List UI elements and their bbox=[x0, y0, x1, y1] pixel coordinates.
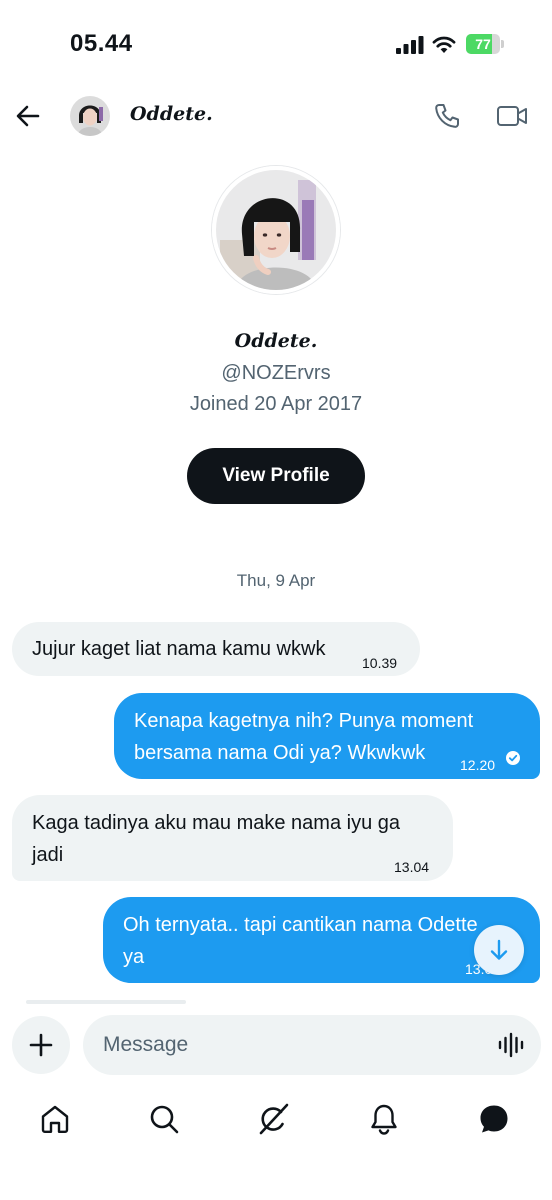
back-arrow-icon[interactable] bbox=[14, 102, 42, 130]
message-text-line: Kenapa kagetnya nih? Punya moment bbox=[134, 710, 474, 732]
message-text-line: Oh ternyata.. tapi cantikan nama Odette bbox=[123, 914, 478, 936]
message-bubble-incoming[interactable]: Jujur kaget liat nama kamu wkwk 10.39 bbox=[12, 622, 420, 676]
message-text-line: ya bbox=[123, 946, 145, 968]
cellular-signal-icon bbox=[396, 36, 424, 54]
profile-avatar[interactable] bbox=[212, 166, 340, 294]
message-text-line: Kaga tadinya aku mau make nama iyu ga bbox=[32, 812, 400, 834]
phone-icon[interactable] bbox=[432, 101, 462, 131]
message-bubble-incoming[interactable]: Kaga tadinya aku mau make nama iyu ga ja… bbox=[12, 795, 453, 881]
battery-percent: 77 bbox=[475, 36, 491, 52]
message-bubble-outgoing[interactable]: Kenapa kagetnya nih? Punya moment bersam… bbox=[114, 693, 540, 779]
message-timestamp: 13.04 bbox=[394, 859, 430, 875]
header-avatar[interactable] bbox=[70, 96, 110, 136]
conversation-header: Oddete. bbox=[0, 90, 552, 142]
status-time: 05.44 bbox=[70, 30, 133, 57]
video-camera-icon[interactable] bbox=[496, 102, 528, 130]
message-field[interactable] bbox=[83, 1015, 541, 1075]
battery-cap bbox=[501, 40, 504, 48]
message-timestamp: 10.39 bbox=[362, 655, 398, 671]
view-profile-button[interactable]: View Profile bbox=[187, 448, 365, 504]
plus-icon bbox=[29, 1033, 53, 1057]
arrow-down-icon bbox=[490, 939, 508, 960]
read-receipt-icon bbox=[506, 751, 520, 765]
home-icon[interactable] bbox=[38, 1102, 72, 1136]
scroll-to-bottom-button[interactable] bbox=[474, 925, 524, 975]
bottom-navigation bbox=[0, 1090, 552, 1150]
avatar-image bbox=[70, 96, 110, 136]
notifications-icon[interactable] bbox=[367, 1102, 401, 1136]
grok-icon[interactable] bbox=[257, 1102, 291, 1136]
search-icon[interactable] bbox=[147, 1102, 181, 1136]
message-composer bbox=[0, 1008, 552, 1088]
wifi-icon bbox=[432, 36, 456, 53]
add-attachment-button[interactable] bbox=[12, 1016, 70, 1074]
message-timestamp: 12.20 bbox=[460, 757, 496, 773]
message-text: Jujur kaget liat nama kamu wkwk bbox=[32, 638, 326, 660]
messages-icon[interactable] bbox=[477, 1102, 511, 1136]
next-message-peek bbox=[26, 1000, 186, 1004]
battery-icon: 77 bbox=[466, 34, 504, 54]
message-text-line: jadi bbox=[32, 844, 64, 866]
profile-handle: @NOZErvrs bbox=[221, 362, 331, 384]
message-input[interactable] bbox=[103, 1015, 483, 1075]
status-bar: 05.44 77 bbox=[0, 0, 552, 90]
profile-joined-date: Joined 20 Apr 2017 bbox=[189, 393, 363, 415]
profile-avatar-image bbox=[216, 170, 336, 290]
battery-body: 77 bbox=[466, 34, 500, 54]
date-separator: Thu, 9 Apr bbox=[236, 571, 316, 590]
profile-display-name: Oddete. bbox=[234, 330, 318, 352]
voice-message-icon[interactable] bbox=[497, 1031, 525, 1059]
home-indicator bbox=[138, 1180, 414, 1186]
header-display-name[interactable]: Oddete. bbox=[130, 103, 213, 125]
